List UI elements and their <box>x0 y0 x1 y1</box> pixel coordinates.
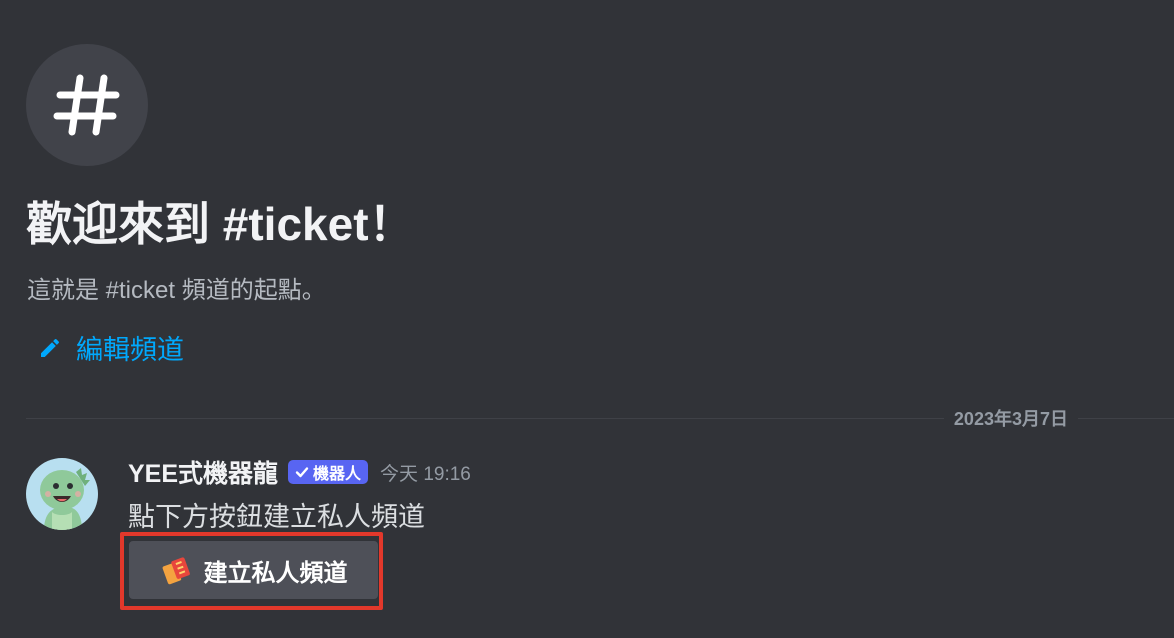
channel-welcome-view: 歡迎來到 #ticket！ 這就是 #ticket 頻道的起點。 編輯頻道 20… <box>0 0 1174 638</box>
avatar[interactable] <box>26 458 98 530</box>
hashtag-icon <box>53 74 120 136</box>
welcome-subtitle: 這就是 #ticket 頻道的起點。 <box>27 277 326 304</box>
edit-channel-label: 編輯頻道 <box>76 335 184 365</box>
timestamp: 今天 19:16 <box>380 463 471 485</box>
edit-channel-link[interactable]: 編輯頻道 <box>38 328 184 367</box>
welcome-title: 歡迎來到 #ticket！ <box>26 198 415 250</box>
pencil-icon <box>41 338 59 357</box>
dino-avatar-image <box>26 458 98 530</box>
message-header: YEE式機器龍 機器人 今天 19:16 <box>128 455 471 489</box>
create-private-channel-label: 建立私人頻道 <box>203 559 348 587</box>
create-private-channel-button[interactable]: 建立私人頻道 <box>129 541 378 599</box>
channel-icon-circle <box>26 44 148 166</box>
message-text: 點下方按鈕建立私人頻道 <box>128 502 425 532</box>
bot-badge: 機器人 <box>288 460 369 484</box>
bot-badge-label: 機器人 <box>313 466 362 483</box>
date-divider-label: 2023年3月7日 <box>943 405 1078 431</box>
ticket-icon <box>162 557 190 585</box>
username[interactable]: YEE式機器龍 <box>128 454 278 490</box>
checkmark-icon <box>295 467 309 478</box>
